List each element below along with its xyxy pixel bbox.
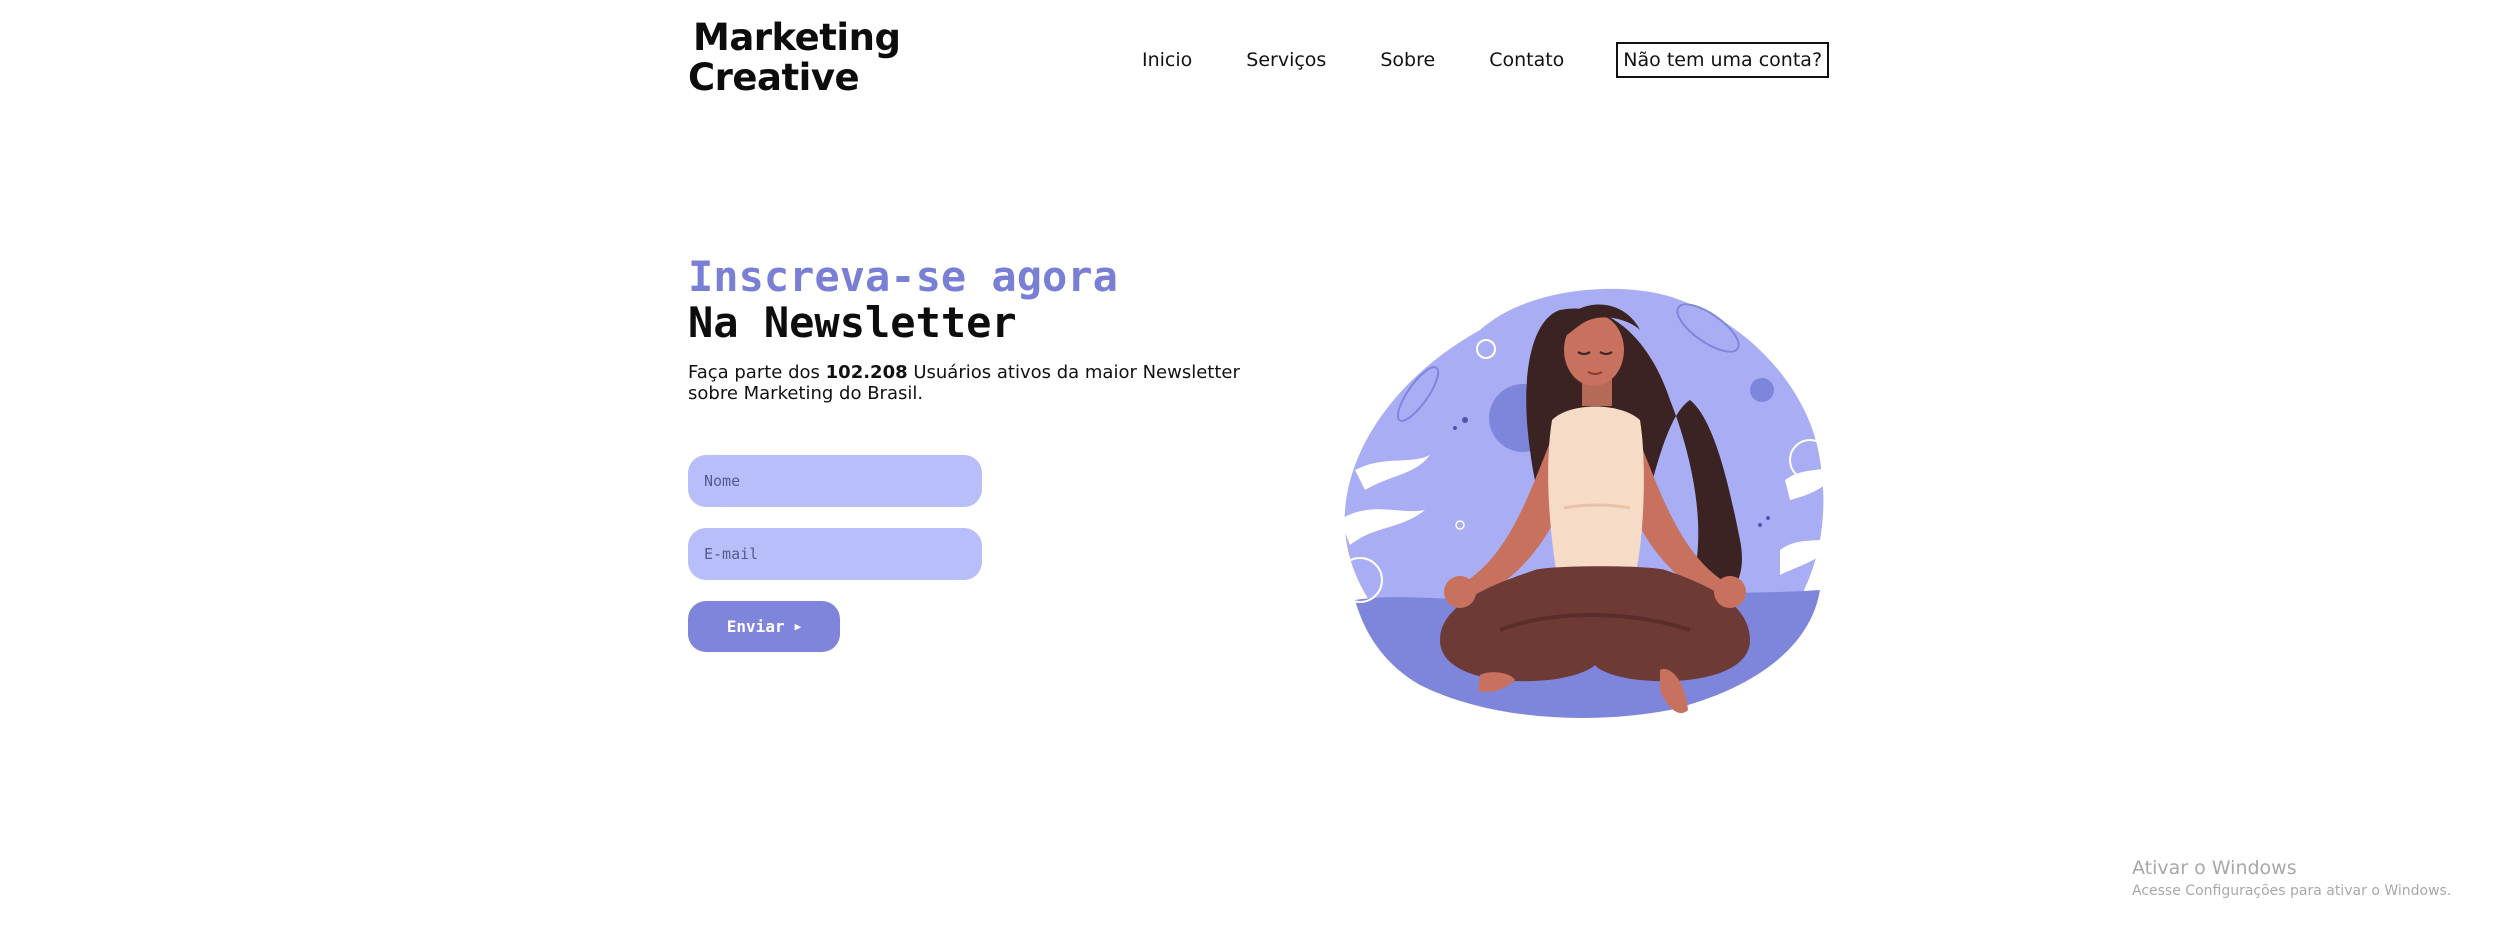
dot-3 — [1758, 523, 1762, 527]
submit-label: Enviar — [726, 617, 785, 636]
windows-activation-watermark: Ativar o Windows Acesse Configurações pa… — [2132, 857, 2451, 899]
email-input[interactable] — [688, 528, 982, 580]
main-nav: Inicio Serviços Sobre Contato Não tem um… — [1142, 42, 1830, 78]
hero-title-line-1: Inscreva-se agora — [688, 252, 1118, 301]
top-shirt — [1548, 406, 1644, 570]
meditating-woman-illustration — [1337, 288, 1845, 718]
play-arrow-icon: ▶ — [794, 620, 802, 633]
nav-link-contato[interactable]: Contato — [1489, 49, 1564, 71]
nav-link-sobre[interactable]: Sobre — [1380, 49, 1435, 71]
solid-circle-right — [1750, 378, 1774, 402]
watermark-subtitle: Acesse Configurações para ativar o Windo… — [2132, 883, 2452, 899]
brand-logo[interactable]: Marketing Creative — [688, 16, 901, 99]
hero-desc-prefix: Faça parte dos — [688, 362, 826, 383]
hero-title-line-2: Na Newsletter — [688, 298, 1017, 347]
submit-button[interactable]: Enviar ▶ — [688, 601, 840, 652]
dot-1 — [1462, 417, 1468, 423]
nav-link-servicos[interactable]: Serviços — [1246, 49, 1326, 71]
hand-right — [1714, 576, 1746, 608]
brand-line-2: Creative — [688, 56, 860, 99]
brand-line-1: Marketing — [693, 16, 901, 59]
hand-left — [1444, 576, 1476, 608]
active-users-count: 102.208 — [825, 362, 908, 383]
dot-2 — [1453, 426, 1457, 430]
nav-link-inicio[interactable]: Inicio — [1142, 49, 1192, 71]
dot-4 — [1766, 516, 1770, 520]
signup-button[interactable]: Não tem uma conta? — [1616, 42, 1830, 78]
watermark-title: Ativar o Windows — [2132, 857, 2297, 879]
hero-description: Faça parte dos 102.208 Usuários ativos d… — [688, 362, 1248, 404]
name-input[interactable] — [688, 455, 982, 507]
hero-title: Inscreva-se agora Na Newsletter — [688, 254, 1118, 346]
